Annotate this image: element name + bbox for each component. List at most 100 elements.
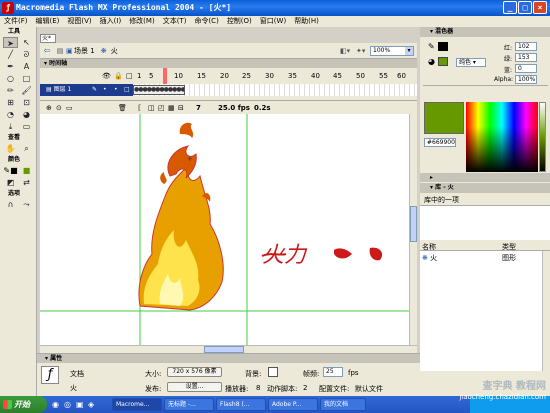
edit-symbol-icon[interactable]: ✦▾ (356, 47, 365, 55)
stage-text-group[interactable]: 火力 (261, 243, 383, 268)
keyframe-span[interactable]: ●●●●●●●●●●●● (133, 85, 185, 95)
quicklaunch-icon[interactable]: ◎ (64, 400, 71, 409)
minimize-button[interactable]: _ (503, 1, 517, 14)
fill-swatch[interactable] (438, 57, 448, 66)
symbol-name[interactable]: 火 (111, 46, 118, 56)
subselect-tool-icon[interactable]: ↖ (19, 37, 34, 48)
maximize-button[interactable]: □ (518, 1, 532, 14)
zoom-select[interactable]: 100% ▾ (370, 46, 414, 56)
fill-color-icon[interactable]: ■ (19, 165, 34, 176)
quicklaunch-icon[interactable]: ◉ (52, 400, 59, 409)
stroke-color-icon[interactable]: ✎■ (3, 165, 18, 176)
library-row[interactable]: ❋ 火 图形 (422, 253, 542, 262)
menu-view[interactable]: 视图(V) (63, 16, 95, 27)
zoom-tool-icon[interactable]: ⌕ (19, 143, 34, 154)
snap-magnet-icon[interactable]: ∩ (3, 199, 18, 210)
alpha-input[interactable]: 100% (515, 75, 537, 84)
smooth-icon[interactable]: ⤳ (19, 199, 34, 210)
insert-folder-icon[interactable]: ▭ (66, 104, 76, 112)
onion-outline-icon[interactable]: ◰ (158, 104, 168, 112)
red-input[interactable]: 102 (515, 42, 537, 51)
menu-control[interactable]: 控制(O) (223, 16, 256, 27)
taskbar-item[interactable]: 我的文档 (320, 398, 366, 411)
outline-icon[interactable]: □ (126, 72, 133, 80)
text-tool-icon[interactable]: A (19, 61, 34, 72)
size-button[interactable]: 720 x 576 像素 (167, 367, 222, 377)
menu-help[interactable]: 帮助(H) (290, 16, 323, 27)
color-spectrum[interactable] (466, 102, 538, 172)
stroke-swatch[interactable] (438, 42, 448, 51)
default-colors-icon[interactable]: ◩ (3, 177, 18, 188)
oval-tool-icon[interactable]: ○ (3, 73, 18, 84)
taskbar-item[interactable]: 无标题 -... (164, 398, 214, 411)
free-transform-icon[interactable]: ⊞ (3, 97, 18, 108)
library-scrollbar[interactable] (542, 251, 550, 371)
menu-window[interactable]: 窗口(W) (256, 16, 290, 27)
rect-tool-icon[interactable]: □ (19, 73, 34, 84)
scene-name[interactable]: 场景 1 (74, 46, 95, 56)
close-button[interactable]: × (533, 1, 547, 14)
color-mixer-header[interactable]: ▾ 混色器 (420, 27, 550, 37)
layer-lock-dot[interactable]: • (114, 84, 118, 96)
frame-ruler[interactable]: 👁 🔒 □ 1 5 10 15 20 25 30 35 40 45 50 55 … (40, 68, 417, 84)
framerate-input[interactable]: 25 (323, 367, 343, 377)
brightness-slider[interactable] (539, 102, 546, 172)
center-frame-icon[interactable]: ⟦ (138, 104, 148, 112)
hex-input[interactable]: #669900 (424, 138, 456, 147)
menu-commands[interactable]: 命令(C) (190, 16, 222, 27)
back-arrow-icon[interactable]: ⇦ (40, 46, 54, 55)
background-color-swatch[interactable] (268, 367, 278, 377)
timeline-header[interactable]: ▾ 时间轴 (40, 59, 417, 68)
timeline-toggle-icon[interactable]: ▤ (54, 47, 66, 55)
stage-area[interactable]: + 火力 (40, 114, 409, 345)
library-header[interactable]: ▾ 库 - 火 (420, 183, 550, 193)
line-tool-icon[interactable]: ╱ (3, 49, 18, 60)
arrow-tool-icon[interactable]: ➤ (3, 37, 18, 48)
edit-scene-icon[interactable]: ◧▾ (340, 47, 350, 55)
blue-input[interactable]: 0 (515, 64, 537, 73)
properties-header[interactable]: ▾ 属性 (37, 354, 420, 363)
layer-row[interactable]: ▤ 图层 1 ✎ • • □ (40, 84, 133, 96)
hand-tool-icon[interactable]: ✋ (3, 143, 18, 154)
eraser-icon[interactable]: ▭ (19, 121, 34, 132)
menu-text[interactable]: 文本(T) (159, 16, 191, 27)
menu-file[interactable]: 文件(F) (0, 16, 32, 27)
fire-graphic[interactable] (138, 122, 224, 311)
settings-button[interactable]: 设置... (167, 382, 222, 392)
pen-tool-icon[interactable]: ✒ (3, 61, 18, 72)
quicklaunch-icon[interactable]: ▣ (76, 400, 84, 409)
eye-icon[interactable]: 👁 (102, 72, 111, 80)
fill-transform-icon[interactable]: ⊡ (19, 97, 34, 108)
playhead[interactable] (163, 68, 167, 84)
ink-bottle-icon[interactable]: ◔ (3, 109, 18, 120)
insert-layer-icon[interactable]: ⊕ (46, 104, 56, 112)
swap-colors-icon[interactable]: ⇄ (19, 177, 34, 188)
menu-insert[interactable]: 插入(I) (96, 16, 126, 27)
brush-tool-icon[interactable]: 🖌 (19, 85, 34, 96)
pencil-tool-icon[interactable]: ✏ (3, 85, 18, 96)
layer-name[interactable]: 图层 1 (54, 86, 72, 93)
add-guide-icon[interactable]: ⊙ (56, 104, 66, 112)
delete-layer-icon[interactable]: 🗑 (118, 104, 132, 112)
document-tab[interactable]: 火* (40, 34, 56, 43)
taskbar-item[interactable]: Flash8 (... (216, 398, 266, 411)
fill-type-select[interactable]: 纯色 ▾ (456, 58, 486, 67)
onion-skin-icon[interactable]: ◫ (148, 104, 158, 112)
stage-vertical-scrollbar[interactable] (409, 114, 417, 345)
green-input[interactable]: 153 (515, 53, 537, 62)
lock-icon[interactable]: 🔒 (114, 72, 123, 80)
paint-bucket-icon[interactable]: ◕ (19, 109, 34, 120)
color-swatches-header[interactable]: ▸ (420, 173, 550, 182)
layer-outline-box[interactable]: □ (124, 84, 130, 96)
stroke-pencil-icon[interactable]: ✎ (428, 42, 435, 51)
stage-horizontal-scrollbar[interactable] (40, 345, 417, 353)
layer-visible-dot[interactable]: • (103, 84, 107, 96)
fill-bucket-icon[interactable]: ◕ (428, 57, 435, 66)
scroll-thumb[interactable] (410, 206, 417, 242)
onion-markers-icon[interactable]: ⊟ (178, 104, 188, 112)
edit-multiple-icon[interactable]: ▦ (168, 104, 178, 112)
start-button[interactable]: 开始 (0, 396, 47, 413)
quicklaunch-icon[interactable]: ◈ (88, 400, 94, 409)
taskbar-item[interactable]: Macrome... (112, 398, 162, 411)
taskbar-item[interactable]: Adobe P... (268, 398, 318, 411)
